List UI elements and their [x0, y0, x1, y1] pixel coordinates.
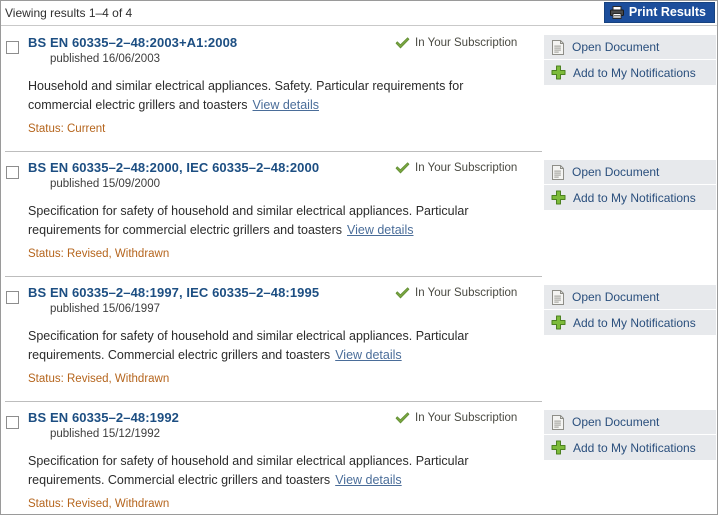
view-details-link[interactable]: View details — [347, 223, 413, 237]
open-document-label: Open Document — [572, 415, 660, 429]
result-description: Specification for safety of household an… — [28, 202, 498, 240]
result-title-link[interactable]: BS EN 60335–2–48:2000, IEC 60335–2–48:20… — [28, 160, 319, 175]
result-title-link[interactable]: BS EN 60335–2–48:1997, IEC 60335–2–48:19… — [28, 285, 319, 300]
print-results-button[interactable]: Print Results — [603, 2, 715, 23]
result-status: Status: Revised, Withdrawn — [28, 248, 170, 260]
open-document-button[interactable]: Open Document — [544, 285, 716, 310]
document-icon — [551, 164, 565, 180]
subscription-status: In Your Subscription — [395, 287, 517, 299]
result-published-date: published 15/09/2000 — [50, 178, 160, 190]
result-description-text: Specification for safety of household an… — [28, 454, 469, 487]
results-header: Viewing results 1–4 of 4 Print Results — [1, 1, 717, 26]
subscription-label: In Your Subscription — [415, 287, 518, 299]
result-status: Status: Revised, Withdrawn — [28, 498, 170, 510]
open-document-button[interactable]: Open Document — [544, 160, 716, 185]
open-document-button[interactable]: Open Document — [544, 410, 716, 435]
result-select-checkbox[interactable] — [6, 41, 19, 54]
results-count-label: Viewing results 1–4 of 4 — [5, 6, 133, 20]
printer-icon — [609, 6, 624, 19]
subscription-label: In Your Subscription — [415, 162, 518, 174]
subscription-status: In Your Subscription — [395, 37, 517, 49]
green-plus-icon — [551, 190, 566, 205]
subscription-label: In Your Subscription — [415, 37, 518, 49]
add-to-notifications-label: Add to My Notifications — [573, 315, 696, 330]
check-tick-icon — [395, 287, 410, 299]
check-tick-icon — [395, 412, 410, 424]
result-actions: Open Document Add to My Notifications — [544, 410, 716, 460]
check-tick-icon — [395, 162, 410, 174]
result-actions: Open Document Add to My Notifications — [544, 285, 716, 335]
check-tick-icon — [395, 37, 410, 49]
result-published-date: published 15/12/1992 — [50, 428, 160, 440]
green-plus-icon — [551, 315, 566, 330]
document-icon — [551, 39, 565, 55]
result-published-date: published 16/06/2003 — [50, 53, 160, 65]
result-status: Status: Revised, Withdrawn — [28, 373, 170, 385]
add-to-notifications-button[interactable]: Add to My Notifications — [544, 185, 716, 210]
result-select-checkbox[interactable] — [6, 416, 19, 429]
open-document-label: Open Document — [572, 165, 660, 179]
document-icon — [551, 414, 565, 430]
result-actions: Open Document Add to My Notifications — [544, 160, 716, 210]
add-to-notifications-label: Add to My Notifications — [573, 440, 696, 455]
green-plus-icon — [551, 440, 566, 455]
result-status: Status: Current — [28, 123, 106, 135]
result-actions: Open Document Add to My Notifications — [544, 35, 716, 85]
results-list: BS EN 60335–2–48:2003+A1:2008 In Your Su… — [1, 26, 717, 514]
green-plus-icon — [551, 65, 566, 80]
result-description: Specification for safety of household an… — [28, 452, 498, 490]
add-to-notifications-button[interactable]: Add to My Notifications — [544, 60, 716, 85]
subscription-status: In Your Subscription — [395, 162, 517, 174]
result-title-link[interactable]: BS EN 60335–2–48:1992 — [28, 410, 179, 425]
result-row: BS EN 60335–2–48:2003+A1:2008 In Your Su… — [1, 26, 717, 151]
open-document-label: Open Document — [572, 40, 660, 54]
subscription-status: In Your Subscription — [395, 412, 517, 424]
result-row: BS EN 60335–2–48:1992 In Your Subscripti… — [1, 401, 717, 514]
result-description: Household and similar electrical applian… — [28, 77, 498, 115]
view-details-link[interactable]: View details — [335, 348, 401, 362]
result-select-checkbox[interactable] — [6, 291, 19, 304]
result-row: BS EN 60335–2–48:1997, IEC 60335–2–48:19… — [1, 276, 717, 401]
result-published-date: published 15/06/1997 — [50, 303, 160, 315]
search-results-panel: Viewing results 1–4 of 4 Print Results B… — [0, 0, 718, 515]
result-select-checkbox[interactable] — [6, 166, 19, 179]
result-description: Specification for safety of household an… — [28, 327, 498, 365]
add-to-notifications-button[interactable]: Add to My Notifications — [544, 435, 716, 460]
open-document-label: Open Document — [572, 290, 660, 304]
add-to-notifications-label: Add to My Notifications — [573, 190, 696, 205]
add-to-notifications-label: Add to My Notifications — [573, 65, 696, 80]
view-details-link[interactable]: View details — [253, 98, 319, 112]
result-description-text: Household and similar electrical applian… — [28, 79, 464, 112]
view-details-link[interactable]: View details — [335, 473, 401, 487]
result-row: BS EN 60335–2–48:2000, IEC 60335–2–48:20… — [1, 151, 717, 276]
result-title-link[interactable]: BS EN 60335–2–48:2003+A1:2008 — [28, 35, 237, 50]
subscription-label: In Your Subscription — [415, 412, 518, 424]
result-description-text: Specification for safety of household an… — [28, 329, 469, 362]
add-to-notifications-button[interactable]: Add to My Notifications — [544, 310, 716, 335]
print-results-label: Print Results — [628, 5, 706, 20]
document-icon — [551, 289, 565, 305]
open-document-button[interactable]: Open Document — [544, 35, 716, 60]
